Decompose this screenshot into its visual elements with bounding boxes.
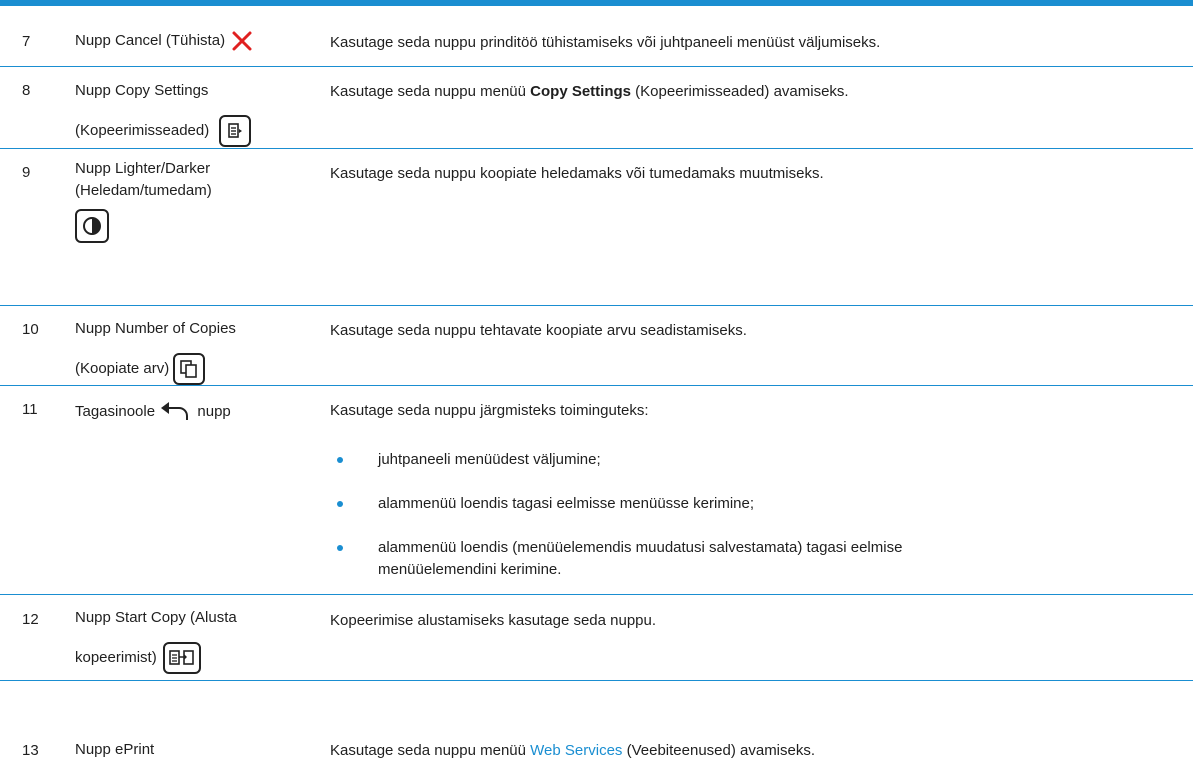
row-number: 8: [22, 82, 31, 99]
contrast-icon: [75, 209, 109, 243]
button-name: Nupp Copy Settings (Kopeerimisseaded): [75, 77, 252, 147]
row-divider: [0, 680, 1193, 681]
row-number: 12: [22, 611, 39, 628]
description: Kopeerimise alustamiseks kasutage seda n…: [330, 612, 657, 629]
back-arrow-icon: [161, 402, 189, 421]
button-name: Nupp Lighter/Darker (Heledam/tumedam): [75, 158, 212, 243]
list-item: alammenüü loendis tagasi eelmisse menüüs…: [378, 495, 755, 512]
button-name: Nupp Start Copy (Alusta kopeerimist): [75, 604, 237, 674]
description: Kasutage seda nuppu menüü Web Services (…: [330, 742, 816, 759]
description: Kasutage seda nuppu tehtavate koopiate a…: [330, 322, 747, 339]
cancel-x-icon: [232, 31, 252, 51]
row-number: 9: [22, 164, 31, 181]
copy-settings-icon: [219, 115, 252, 147]
row-number: 13: [22, 742, 39, 759]
bullet: [337, 545, 343, 551]
row-divider: [0, 148, 1193, 149]
description: Kasutage seda nuppu prinditöö tühistamis…: [330, 34, 881, 51]
row-number: 7: [22, 33, 31, 50]
row-divider: [0, 385, 1193, 386]
description: Kasutage seda nuppu koopiate heledamaks …: [330, 165, 824, 182]
list-item: menüüelemendini kerimine.: [378, 561, 562, 578]
description: Kasutage seda nuppu järgmisteks toimingu…: [330, 402, 649, 419]
row-divider: [0, 305, 1193, 306]
button-name: Nupp Number of Copies (Koopiate arv): [75, 315, 236, 385]
row-divider: [0, 66, 1193, 67]
row-number: 11: [22, 401, 38, 418]
start-copy-icon: [162, 642, 201, 674]
row-number: 10: [22, 321, 39, 338]
list-item: juhtpaneeli menüüdest väljumine;: [378, 451, 601, 468]
top-rule: [0, 0, 1193, 6]
button-name: Nupp ePrint: [75, 741, 155, 758]
bullet: [337, 501, 343, 507]
list-item: alammenüü loendis (menüüelemendis muudat…: [378, 539, 903, 556]
web-services-link[interactable]: Web Services: [530, 742, 622, 759]
description: Kasutage seda nuppu menüü Copy Settings …: [330, 83, 849, 100]
bullet: [337, 457, 343, 463]
number-of-copies-icon: [173, 353, 206, 385]
button-name: Tagasinoole nupp: [75, 398, 231, 426]
button-name: Nupp Cancel (Tühista): [75, 27, 253, 55]
row-divider: [0, 594, 1193, 595]
